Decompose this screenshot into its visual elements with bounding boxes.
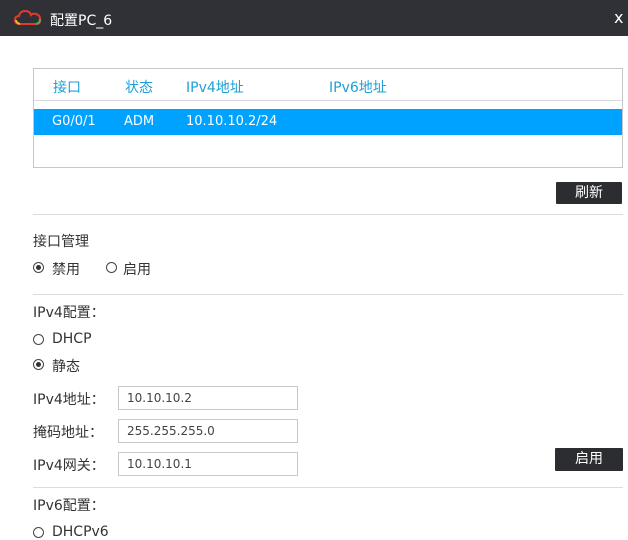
gateway-input[interactable]: 10.10.10.1 [118, 452, 298, 476]
divider [33, 214, 623, 215]
ipv4-address-label: IPv4地址： [33, 392, 105, 408]
radio-static[interactable] [33, 359, 44, 370]
radio-static-label: 静态 [52, 359, 80, 375]
radio-dhcpv6[interactable] [33, 527, 44, 538]
divider [33, 487, 623, 488]
radio-disable[interactable] [33, 262, 44, 273]
gateway-label: IPv4网关： [33, 458, 105, 474]
window-title: 配置PC_6 [50, 13, 113, 29]
mask-label: 掩码地址： [33, 425, 103, 441]
table-row[interactable]: G0/0/1 ADM 10.10.10.2/24 [34, 109, 622, 135]
ipv6-config-title: IPv6配置： [33, 498, 105, 514]
col-header-status: 状态 [125, 80, 153, 96]
header-divider [34, 100, 622, 101]
apply-ipv4-button[interactable]: 启用 [555, 448, 623, 471]
radio-enable[interactable] [106, 262, 117, 273]
mask-input[interactable]: 255.255.255.0 [118, 419, 298, 443]
interface-table: 接口 状态 IPv4地址 IPv6地址 G0/0/1 ADM 10.10.10.… [33, 68, 623, 168]
col-header-ipv4: IPv4地址 [186, 80, 244, 96]
col-header-ipv6: IPv6地址 [329, 80, 387, 96]
radio-enable-label: 启用 [123, 262, 151, 278]
iface-mgmt-title: 接口管理 [33, 234, 89, 250]
radio-dhcp-label: DHCP [52, 331, 92, 347]
radio-dhcp[interactable] [33, 334, 44, 345]
cloud-logo-icon [13, 9, 42, 31]
title-bar[interactable]: 配置PC_6 x [0, 0, 628, 36]
ipv4-config-title: IPv4配置： [33, 305, 105, 321]
config-dialog: 接口 状态 IPv4地址 IPv6地址 G0/0/1 ADM 10.10.10.… [5, 36, 628, 540]
col-header-port: 接口 [53, 80, 81, 96]
divider [33, 294, 623, 295]
cell-port: G0/0/1 [52, 114, 96, 129]
refresh-button[interactable]: 刷新 [556, 182, 622, 204]
close-icon[interactable]: x [614, 8, 623, 27]
cell-ipv4: 10.10.10.2/24 [186, 114, 278, 129]
cell-status: ADM [124, 114, 155, 129]
ipv4-address-input[interactable]: 10.10.10.2 [118, 386, 298, 410]
radio-dhcpv6-label: DHCPv6 [52, 524, 109, 540]
interface-table-header: 接口 状态 IPv4地址 IPv6地址 [34, 69, 622, 99]
radio-disable-label: 禁用 [52, 262, 80, 278]
